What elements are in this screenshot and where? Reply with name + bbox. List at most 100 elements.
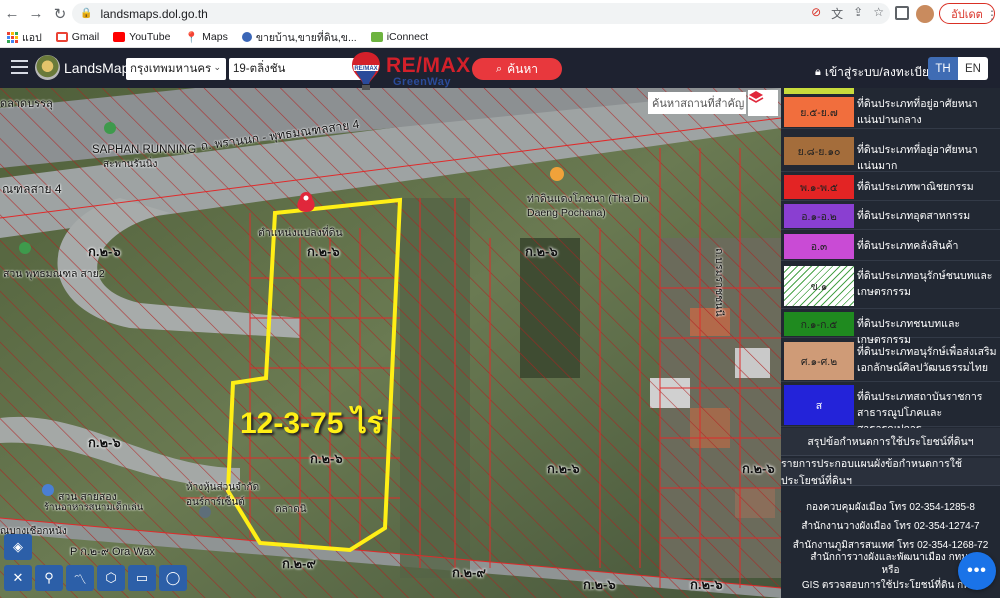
parcel-label: ก.๒-๖ (88, 244, 121, 259)
legend-label: ที่ดินประเภทที่อยู่อาศัยหนาแน่นปานกลาง (857, 98, 978, 126)
more-menu-icon[interactable]: ⋮ (986, 8, 998, 22)
chat-button[interactable]: ••• (958, 552, 996, 590)
legend-label: ที่ดินประเภทคลังสินค้า (857, 240, 959, 252)
browser-chrome: ← → ↻ 🔒 landsmaps.dol.go.th ⊘ 文 ⇪ ☆ อัปเ… (0, 0, 1000, 48)
legend-swatch: ศ.๑-ศ.๒ (784, 342, 854, 380)
province-select[interactable]: กรุงเทพมหานคร ⌄ (126, 58, 226, 80)
area-annotation: 12-3-75 ไร่ (240, 407, 383, 440)
details-link[interactable]: รายการประกอบแผนผังข้อกำหนดการใช้ประโยชน์… (781, 458, 1000, 487)
legend-label: ที่ดินประเภทอนุรักษ์เพื่อส่งเสริมเอกลักษ… (857, 346, 997, 374)
lock-icon: 🔒︎ (815, 66, 821, 78)
eraser-tool-button[interactable]: ◈ (4, 534, 32, 560)
bookmark-property[interactable]: ขายบ้าน,ขายที่ดิน,ข... (241, 29, 357, 46)
legend-row: อ.๑-อ.๒ ที่ดินประเภทอุตสาหกรรม (781, 202, 1000, 230)
permission-icon[interactable]: ⊘ (811, 5, 821, 22)
road-label-vertical: ถ.บรมราชชนนี (713, 248, 725, 317)
parcel-label: ก.๒-๖ (742, 461, 775, 476)
apps-grid-icon (7, 31, 18, 43)
bookmark-youtube[interactable]: YouTube (113, 31, 170, 43)
polygon-icon: ⬡ (105, 570, 117, 585)
gmail-icon (55, 32, 68, 42)
polygon-tool-button[interactable]: ⬡ (97, 565, 125, 591)
lang-th-button[interactable]: TH (928, 57, 958, 80)
address-bar[interactable]: 🔒 landsmaps.dol.go.th ⊘ 文 ⇪ ☆ (72, 3, 890, 24)
iconnect-icon (370, 32, 383, 42)
legend-swatch: พ.๑-พ.๕ (784, 175, 854, 199)
circle-tool-button[interactable]: ◯ (159, 565, 187, 591)
poi-carwax[interactable]: P ก.๒-๙ Ora Wax (70, 542, 155, 560)
pin-tool-button[interactable]: ⚲ (35, 565, 63, 591)
poi-saphan-running[interactable]: SAPHAN RUNNING (92, 144, 196, 156)
poi-top-left: ดลาดบรรลุ (0, 98, 53, 110)
polyline-icon: 〽 (73, 571, 87, 587)
parcel-label: ก.๒-๙ (282, 556, 316, 571)
maps-pin-icon: 📍 (184, 31, 199, 44)
rectangle-tool-button[interactable]: ▭ (128, 565, 156, 591)
login-link[interactable]: 🔒︎ เข้าสู่ระบบ/ลงทะเบียน (815, 63, 937, 82)
dol-logo (35, 55, 60, 80)
legend-row: ก.๑-ก.๕ ที่ดินประเภทชนบทและเกษตรกรรม (781, 310, 1000, 346)
rectangle-icon: ▭ (135, 570, 149, 585)
legend-swatch: ย.๕-ย.๗ (784, 97, 854, 127)
legend-label: ที่ดินประเภทอนุรักษ์ชนบทและเกษตรกรรม (857, 270, 993, 298)
line-tool-button[interactable]: 〽 (66, 565, 94, 591)
bookmark-gmail[interactable]: Gmail (55, 31, 99, 43)
legend-label: ที่ดินประเภทที่อยู่อาศัยหนาแน่นมาก (857, 144, 978, 172)
side-panel-icon[interactable] (895, 6, 909, 20)
legend-row: ส ที่ดินประเภทสถาบันราชการ สาธารณูปโภคแล… (781, 383, 1000, 435)
profile-avatar[interactable] (916, 5, 934, 23)
chevron-down-icon: ⌄ (213, 62, 221, 72)
legend-row: อ.๓ ที่ดินประเภทคลังสินค้า (781, 231, 1000, 261)
district-select[interactable]: 19-ตลิ่งชัน (229, 58, 367, 80)
bookmark-maps[interactable]: 📍 Maps (184, 31, 227, 44)
legend-swatch: ย.๘-ย.๑๐ (784, 137, 854, 165)
lang-en-button[interactable]: EN (958, 57, 988, 80)
search-icon: ⌕ (495, 62, 503, 75)
back-icon[interactable]: ← (0, 2, 24, 26)
poi-tha-din[interactable]: ท่าดินแดงโภชนา (Tha Din Daeng Pochana) (527, 190, 657, 219)
bookmark-iconnect[interactable]: iConnect (370, 31, 428, 43)
legend-row: ศ.๑-ศ.๒ ที่ดินประเภทอนุรักษ์เพื่อส่งเสริ… (781, 339, 1000, 382)
parcel-label: ก.๒-๖ (547, 461, 580, 476)
legend-swatch: ก.๑-ก.๕ (784, 312, 854, 336)
svg-text:RE/MAX: RE/MAX (354, 66, 377, 72)
bookmark-apps[interactable]: แอป (7, 29, 42, 46)
remax-wordmark: RE/MAX (386, 54, 471, 77)
pin-label: ตำแหน่งแปลงที่ดิน (258, 227, 343, 239)
share-icon[interactable]: ⇪ (853, 5, 863, 22)
reload-icon[interactable]: ↻ (48, 2, 72, 26)
youtube-icon (113, 32, 126, 42)
measure-tool-button[interactable]: ✕ (4, 565, 32, 591)
circle-icon: ◯ (165, 570, 181, 585)
place-search-input[interactable]: ค้นหาสถานที่สำคัญ (648, 92, 746, 114)
ruler-icon: ✕ (12, 570, 24, 585)
bookmark-star-icon[interactable]: ☆ (873, 5, 884, 22)
hamburger-menu-icon[interactable] (11, 60, 28, 74)
road-label-left: ณฑลสาย 4 (2, 182, 62, 196)
legend-label: ที่ดินประเภทพาณิชยกรรม (857, 181, 974, 193)
poi-saphan-running-th: สะพานรันนิ่ง (103, 159, 158, 170)
parcel-label: ก.๒-๖ (583, 577, 616, 592)
poi-shop[interactable]: ห้างหุ้นส่วนจำกัด อนร์การ์เซ็นต์ (186, 480, 266, 510)
legend-label: ที่ดินประเภทอุตสาหกรรม (857, 210, 971, 222)
forward-icon[interactable]: → (24, 2, 48, 26)
parcel-label: ก.๒-๖ (88, 435, 121, 450)
url-text: landsmaps.dol.go.th (100, 6, 208, 21)
legend-swatch: ข.๑ (784, 266, 854, 306)
translate-icon[interactable]: 文 (831, 5, 843, 22)
poi-market: ตลาดนิ (275, 504, 307, 515)
remax-balloon-logo: RE/MAX (352, 52, 380, 90)
bookmarks-bar: แอป Gmail YouTube 📍 Maps ขายบ้าน,ขายที่ด… (0, 27, 1000, 48)
remax-greenway: GreenWay (393, 76, 452, 88)
map-canvas[interactable]: ดลาดบรรลุ SAPHAN RUNNING สะพานรันนิ่ง ถ.… (0, 88, 781, 598)
layers-button[interactable] (748, 90, 778, 116)
summary-link[interactable]: สรุปข้อกำหนดการใช้ประโยชน์ที่ดินฯ (781, 428, 1000, 456)
poi-park[interactable]: สวน พุทธมณฑล สาย2 (3, 265, 105, 282)
search-button[interactable]: ⌕ ค้นหา (472, 58, 562, 80)
parcel-label: ก.๒-๖ (310, 451, 343, 466)
poi-park2-sub: ร้านอาหารสนามเด็กเล่น (44, 502, 144, 513)
contact-line: สำนักงานวางผังเมือง โทร 02-354-1274-7 (801, 521, 980, 532)
remax-favicon-icon (241, 32, 252, 42)
eraser-icon: ◈ (13, 539, 23, 554)
legend-row: ข.๑ ที่ดินประเภทอนุรักษ์ชนบทและเกษตรกรรม (781, 262, 1000, 309)
